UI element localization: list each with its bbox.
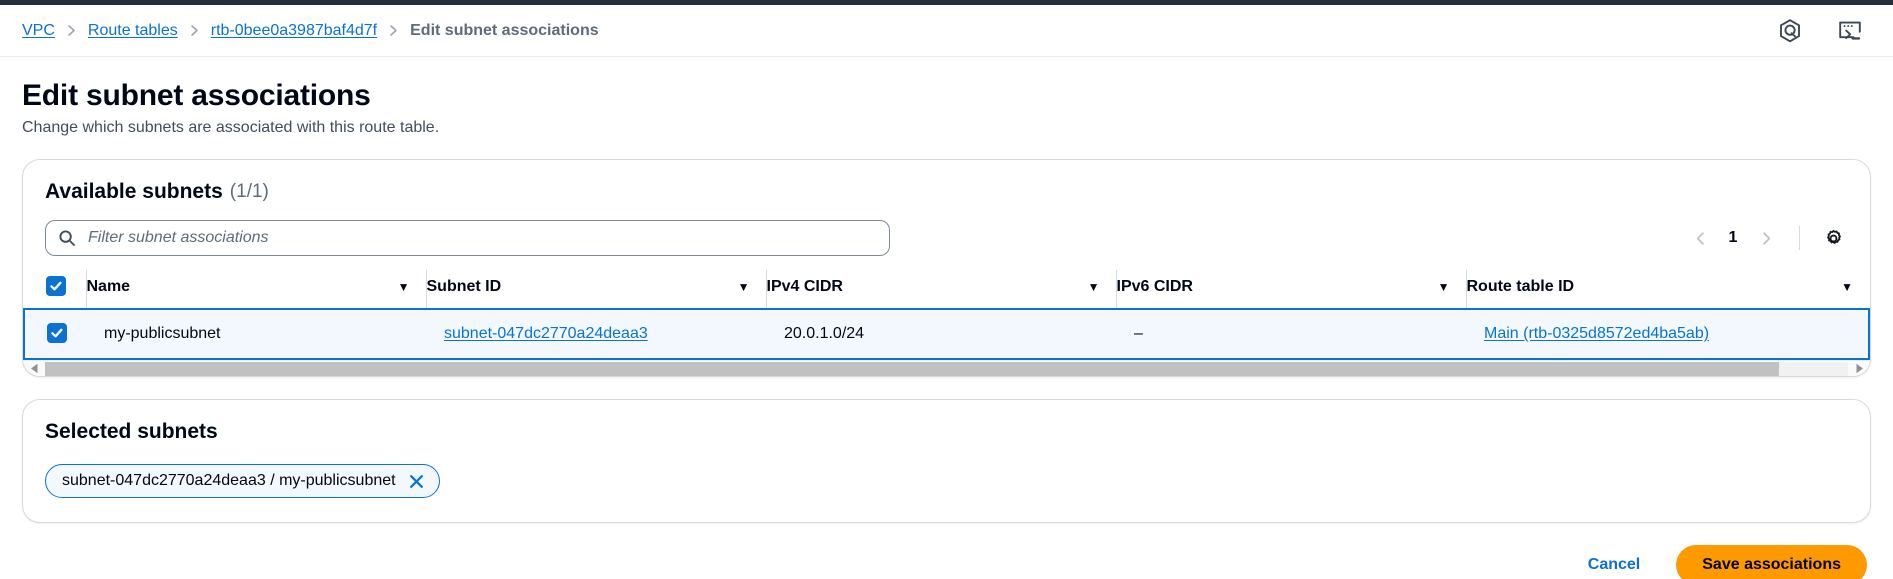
selected-subnet-chip[interactable]: subnet-047dc2770a24deaa3 / my-publicsubn…	[45, 464, 440, 498]
available-subnets-title: Available subnets	[45, 180, 223, 203]
column-header-ipv4-cidr: IPv4 CIDR ▼	[765, 270, 1116, 310]
close-icon[interactable]	[408, 473, 425, 490]
select-all-header	[24, 270, 86, 310]
cancel-button[interactable]: Cancel	[1584, 550, 1644, 579]
chevron-right-icon[interactable]	[1751, 223, 1781, 253]
breadcrumb-item-vpc[interactable]: VPC	[22, 22, 55, 40]
column-label-ipv4-cidr: IPv4 CIDR	[766, 278, 843, 295]
column-label-subnet-id: Subnet ID	[426, 278, 502, 295]
column-label-route-table-id: Route table ID	[1466, 278, 1575, 295]
gear-icon[interactable]	[1818, 223, 1848, 253]
selected-subnets-panel: Selected subnets subnet-047dc2770a24deaa…	[22, 399, 1871, 523]
column-label-ipv6-cidr: IPv6 CIDR	[1116, 278, 1193, 295]
form-actions: Cancel Save associations	[0, 523, 1893, 579]
chevron-right-icon	[387, 24, 400, 37]
cell-route-table-id: Main (rtb-0325d8572ed4ba5ab)	[1466, 308, 1870, 360]
cell-ipv4-cidr: 20.0.1.0/24	[766, 308, 1116, 360]
search-field-wrapper	[45, 220, 890, 256]
table-header-row: Name ▼ Subnet ID ▼ IPv4 CIDR ▼ IPv6 CIDR…	[24, 270, 1869, 310]
cell-ipv6-cidr: –	[1116, 308, 1466, 360]
column-header-route-table-id: Route table ID ▼	[1465, 270, 1869, 310]
chip-label: subnet-047dc2770a24deaa3 / my-publicsubn…	[62, 472, 396, 489]
table-body: my-publicsubnet subnet-047dc2770a24deaa3…	[23, 308, 1870, 360]
row-checkbox[interactable]	[47, 323, 67, 343]
breadcrumb: VPC Route tables rtb-0bee0a3987baf4d7f E…	[22, 22, 1777, 40]
column-header-ipv6-cidr: IPv6 CIDR ▼	[1115, 270, 1466, 310]
table-row[interactable]: my-publicsubnet subnet-047dc2770a24deaa3…	[23, 308, 1870, 360]
page-title: Edit subnet associations	[22, 79, 371, 112]
filter-caret-icon[interactable]: ▼	[1088, 280, 1116, 294]
chevron-right-icon	[188, 24, 201, 37]
scroll-left-arrow-icon[interactable]	[23, 363, 45, 374]
column-header-name: Name ▼	[85, 270, 426, 310]
table-head: Name ▼ Subnet ID ▼ IPv4 CIDR ▼ IPv6 CIDR…	[24, 270, 1869, 310]
selected-subnets-title: Selected subnets	[45, 420, 218, 443]
chevron-left-icon[interactable]	[1685, 223, 1715, 253]
amazon-q-icon[interactable]	[1777, 18, 1803, 44]
filter-caret-icon[interactable]: ▼	[1841, 280, 1869, 294]
column-label-name: Name	[86, 278, 131, 295]
row-select-cell	[23, 308, 86, 360]
page-root: VPC Route tables rtb-0bee0a3987baf4d7f E…	[0, 0, 1893, 579]
column-header-subnet-id: Subnet ID ▼	[425, 270, 766, 310]
cell-name: my-publicsubnet	[86, 308, 426, 360]
breadcrumb-bar: VPC Route tables rtb-0bee0a3987baf4d7f E…	[0, 5, 1893, 57]
filter-caret-icon[interactable]: ▼	[738, 280, 766, 294]
top-right-icons	[1777, 18, 1871, 44]
pagination-page-1[interactable]: 1	[1723, 229, 1743, 247]
toolbar-divider	[1799, 226, 1800, 250]
scrollbar-thumb[interactable]	[45, 361, 1780, 376]
available-subnets-header: Available subnets (1/1)	[23, 160, 1870, 208]
chevron-right-icon	[65, 24, 78, 37]
route-table-id-link[interactable]: Main (rtb-0325d8572ed4ba5ab)	[1484, 325, 1709, 342]
filter-caret-icon[interactable]: ▼	[1438, 280, 1466, 294]
subnet-id-link[interactable]: subnet-047dc2770a24deaa3	[444, 325, 648, 342]
save-associations-button[interactable]: Save associations	[1676, 545, 1867, 579]
available-subnets-count: (1/1)	[229, 181, 269, 202]
horizontal-scrollbar[interactable]	[23, 360, 1870, 376]
breadcrumb-item-route-table-id[interactable]: rtb-0bee0a3987baf4d7f	[211, 22, 377, 40]
scroll-right-arrow-icon[interactable]	[1848, 363, 1870, 374]
available-subnets-panel: Available subnets (1/1) 1	[22, 159, 1871, 377]
breadcrumb-item-current: Edit subnet associations	[410, 21, 599, 39]
table-toolbar-right: 1	[1685, 223, 1848, 253]
cloudshell-icon[interactable]	[1837, 18, 1863, 44]
select-all-checkbox[interactable]	[46, 276, 66, 296]
breadcrumb-item-route-tables[interactable]: Route tables	[88, 22, 178, 40]
search-input[interactable]	[45, 220, 890, 256]
scrollbar-track[interactable]	[45, 361, 1848, 376]
page-header: Edit subnet associations Change which su…	[0, 57, 1893, 137]
filter-caret-icon[interactable]: ▼	[398, 280, 426, 294]
selected-subnets-chip-list: subnet-047dc2770a24deaa3 / my-publicsubn…	[45, 464, 1848, 498]
table-toolbar: 1	[23, 208, 1870, 270]
cell-subnet-id: subnet-047dc2770a24deaa3	[426, 308, 766, 360]
page-description: Change which subnets are associated with…	[22, 119, 440, 136]
available-subnets-table: Name ▼ Subnet ID ▼ IPv4 CIDR ▼ IPv6 CIDR…	[23, 270, 1870, 360]
table-scroll-region: Name ▼ Subnet ID ▼ IPv4 CIDR ▼ IPv6 CIDR…	[23, 270, 1870, 360]
pagination: 1	[1685, 223, 1781, 253]
